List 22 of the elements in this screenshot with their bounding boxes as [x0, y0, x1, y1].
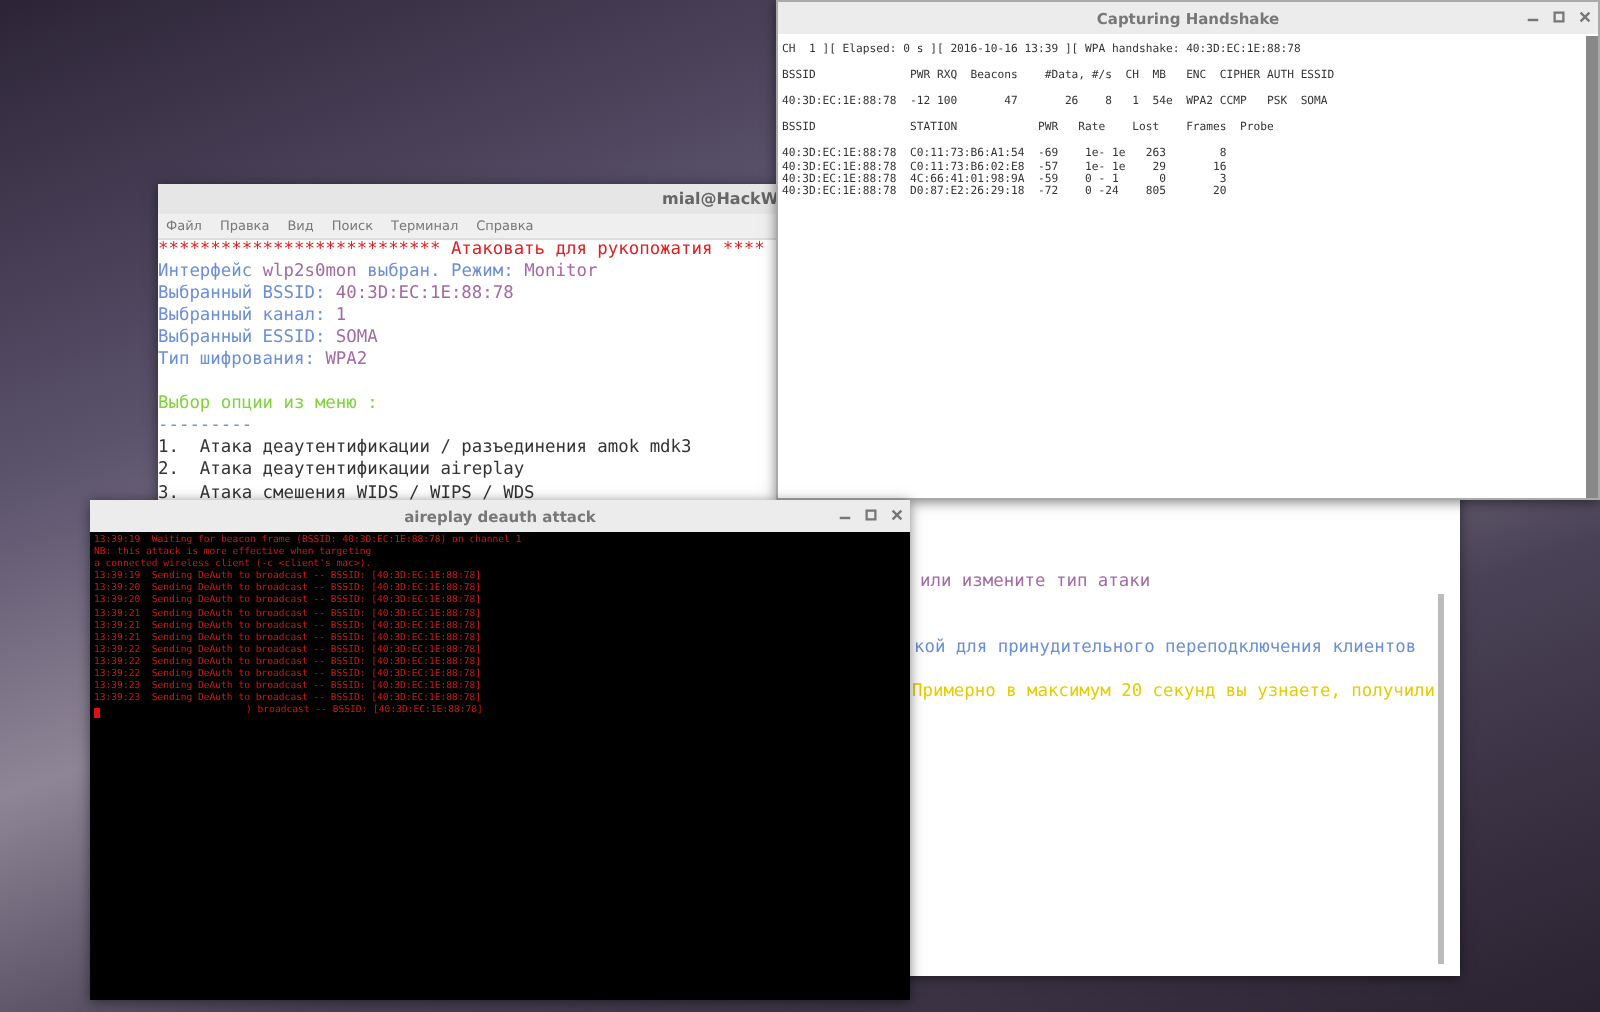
terminal-line: 1. Атака деаутентификации / разъединения amok mdk3 — [158, 438, 692, 460]
terminal-line: 3. Атака смешения WIDS / WIPS / WDS — [158, 483, 535, 506]
terminal-line: Выбранный BSSID: 40:3D:EC:1E:88:78 — [158, 284, 514, 306]
terminal-line: --------- — [158, 416, 253, 439]
text-cursor — [94, 707, 100, 719]
maximize-icon[interactable] — [864, 508, 878, 522]
terminal-line: Примерно в максимум 20 секунд вы узнаете, получили — [912, 681, 1436, 704]
terminal-line: Выбранный канал: 1 — [158, 306, 347, 328]
terminal-line: кой для принудительного переподключения клиентов — [914, 637, 1417, 660]
terminal-line: Выбранный ESSID: SOMA — [158, 328, 378, 350]
window-title: mial@HackW — [662, 190, 779, 208]
terminal-line: Интерфейс wlp2s0mon выбран. Режим: Monitor — [158, 262, 598, 284]
terminal-line: Тип шифрования: WPA2 — [158, 350, 368, 373]
close-icon[interactable] — [890, 508, 904, 522]
terminal-line: 2. Атака деаутентификации aireplay — [158, 460, 525, 484]
scrollbar[interactable] — [1438, 594, 1444, 964]
scrollbar[interactable] — [1586, 36, 1598, 498]
close-icon[interactable] — [1578, 10, 1592, 24]
terminal-line: *************************** Атаковать для рукопожатия **** — [158, 240, 765, 262]
terminal-line: или измените тип атаки — [920, 571, 1151, 594]
terminal-line: Выбор опции из меню : — [158, 394, 378, 417]
maximize-icon[interactable] — [1552, 10, 1566, 24]
